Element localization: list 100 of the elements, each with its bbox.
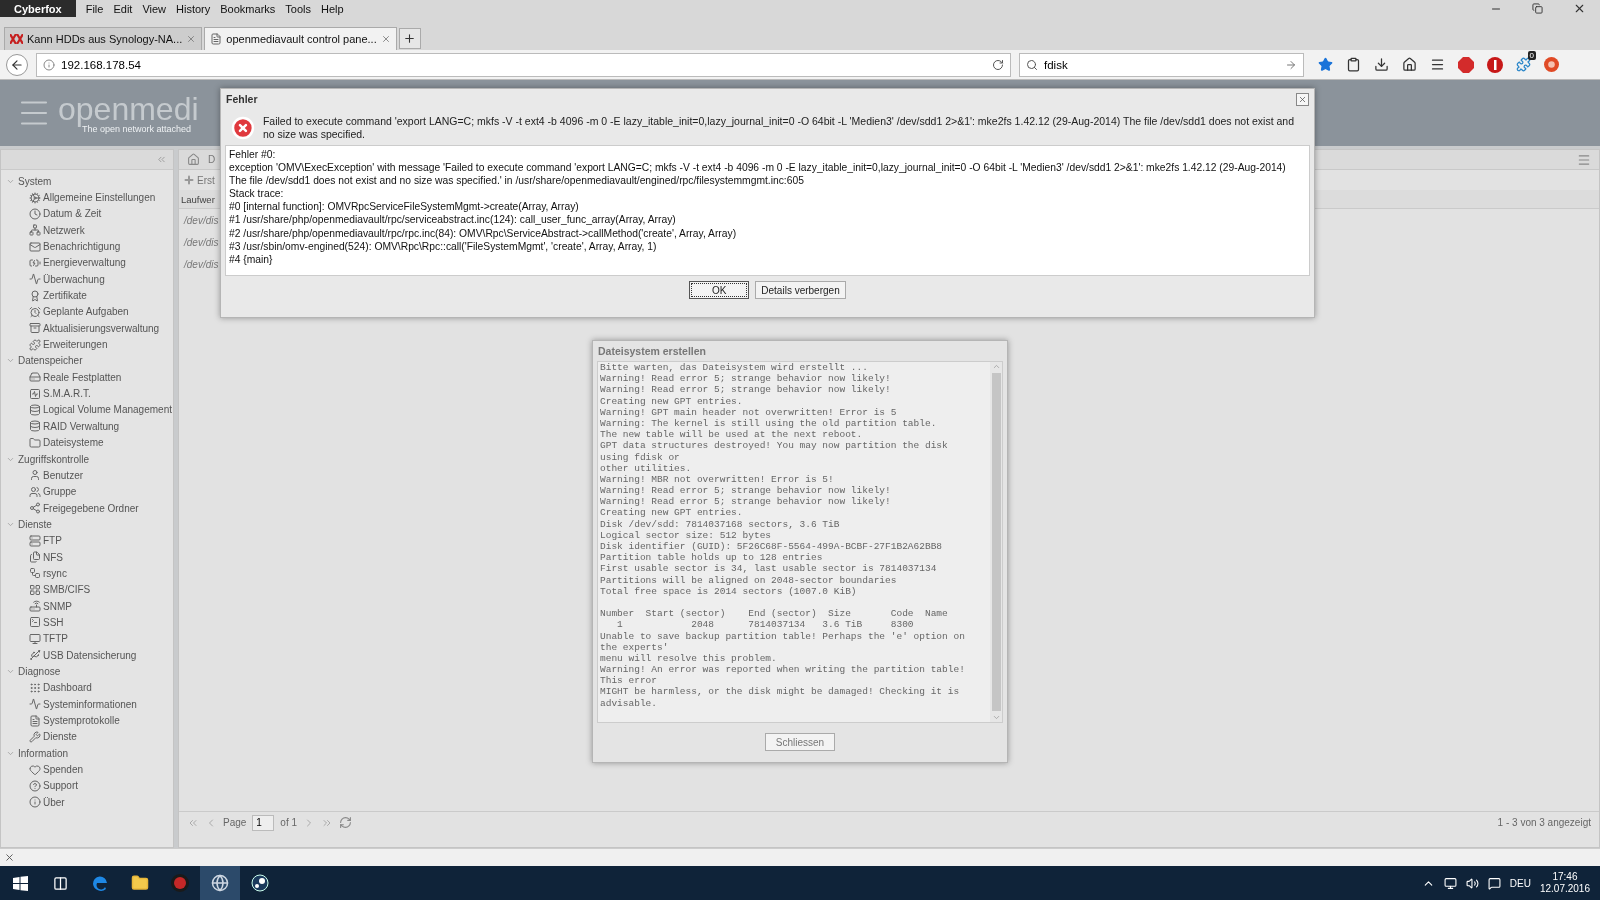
back-button[interactable] [6,53,28,76]
console-line: using fdisk or [600,451,681,463]
home-icon [187,153,200,166]
tree-item[interactable]: Dienste [1,728,173,746]
menu-item[interactable]: Help [321,2,344,15]
user-icon [29,469,41,482]
home-icon [1402,57,1417,72]
tree-group[interactable]: System [1,173,173,190]
restore-icon [1532,3,1543,14]
address-field[interactable]: 192.168.178.54 [36,52,1011,77]
add-button[interactable]: Erst [183,174,215,186]
dialog-button[interactable]: OK [689,281,750,299]
console-line: Creating new GPT entries. [600,395,744,407]
tree-item[interactable]: Systemprotokolle [1,712,173,729]
console-line: The new table will be used at the next reboot. [600,429,864,441]
tree-item[interactable]: Dashboard [1,679,173,696]
tree-item[interactable]: Benutzer [1,467,173,484]
folder-icon [29,436,41,449]
menu-item[interactable]: Edit [113,2,133,15]
tree-item[interactable]: Gruppe [1,483,173,500]
console-line: advisable. [600,697,658,709]
tree-item[interactable]: Geplante Aufgaben [1,303,173,321]
detail-line: Stack trace: [229,187,285,201]
tree-item[interactable]: Logical Volume Management [1,401,173,419]
new-tab-button[interactable] [398,28,421,49]
app-menu-button[interactable]: Cyberfox [0,0,76,17]
tree-item[interactable]: SMB/CIFS [1,581,173,598]
tree-item[interactable]: Zertifikate [1,287,173,304]
dialog-button[interactable]: Details verbergen [755,281,846,299]
page-field[interactable]: 1 [252,814,275,831]
puzzle-icon [1516,57,1531,72]
detail-line: #1 /usr/share/php/openmediavault/rpc/serviceabstract.inc(124): call_user_func_array(Array, Array) [229,213,677,227]
hard-drive-icon [29,371,41,384]
tree-item[interactable]: Allgemeine Einstellungen [1,189,173,206]
tree-item[interactable]: Freigegebene Ordner [1,499,173,517]
console-line: This error [600,675,658,687]
tree-item[interactable]: Über [1,794,173,811]
tree-item[interactable]: Erweiterungen [1,336,173,353]
tree-item[interactable]: Netzwerk [1,222,173,239]
dialog-title: Dateisystem erstellen [598,345,706,357]
tree-item[interactable]: Energieverwaltung [1,254,173,272]
tree-group[interactable]: Dienste [1,516,173,533]
tree-item[interactable]: Datum & Zeit [1,205,173,223]
close-button[interactable] [1296,92,1309,106]
browser-tab[interactable]: openmediavault control pane... [204,27,397,50]
document-icon [29,714,41,727]
tree-item[interactable]: Support [1,777,173,795]
search-field[interactable]: fdisk [1019,52,1304,77]
console-line: Warning: The kernel is still using the old partition table. [600,417,938,430]
pulse-icon [29,273,41,286]
scrollbar[interactable] [990,362,1002,722]
breadcrumb[interactable]: D [208,154,216,165]
tree-item[interactable]: Dateisysteme [1,434,173,451]
menu-item[interactable]: Bookmarks [220,2,276,15]
tree-item[interactable]: Benachrichtigung [1,238,173,255]
tree-item[interactable]: Aktualisierungsverwaltung [1,320,173,337]
scroll-down-icon [991,713,1001,722]
dots-grid-icon [29,681,41,694]
tree-item[interactable]: Reale Festplatten [1,369,173,386]
tree-item[interactable]: USB Datensicherung [1,646,173,664]
tree-group[interactable]: Zugriffskontrolle [1,450,173,468]
console-line: Partition table holds up to 128 entries [600,552,824,564]
menu-item[interactable]: History [176,2,211,15]
console-line: Warning! GPT main header not overwritten! Error is 5 [600,406,898,418]
tree-item[interactable]: Überwachung [1,271,173,288]
menu-icon [1577,152,1591,167]
tree-item[interactable]: RAID Verwaltung [1,418,173,435]
tree-group[interactable]: Diagnose [1,663,173,680]
tree-item[interactable]: rsync [1,565,173,582]
menu-item[interactable]: File [85,2,104,15]
windows-logo-icon [12,875,28,891]
folder-icon [131,874,149,892]
plus-icon [183,174,195,186]
tree-item[interactable]: SSH [1,614,173,631]
detail-line: exception 'OMV\ExecException' with message 'Failed to execute command 'export LANG=C; mkfs -V -t ext4 -b 4096 -m 0 -E lazy_itable_init=0,lazy_journal_init=0 -O 64bit -L 'Medien3' /dev/sdd1 2>&1': mke2fs 1.42.12 (29-Aug-2014) [229,161,1287,175]
close-button[interactable]: Schliessen [764,733,836,751]
tree-item[interactable]: Systeminformationen [1,696,173,713]
console-line: the experts' [600,641,670,653]
tree-item[interactable]: FTP [1,532,173,549]
alarm-clock-icon [29,305,41,318]
browser-tab[interactable]: Kann HDDs aus Synology-NA... [4,27,203,50]
tree-group[interactable]: Datenspeicher [1,352,173,370]
network-icon [29,224,41,237]
language-indicator[interactable]: DEU [1509,877,1531,889]
tree-item[interactable]: SNMP [1,597,173,615]
tree-item[interactable]: TFTP [1,630,173,647]
pulse-icon [29,387,41,400]
page-count: of 1 [280,817,298,828]
share-icon [29,502,41,515]
close-icon [4,852,15,863]
tree-item[interactable]: S.M.A.R.T. [1,385,173,402]
console-line: Disk /dev/sdd: 7814037168 sectors, 3.6 TiB [600,518,841,530]
tree-group[interactable]: Information [1,745,173,762]
console-line: Unable to save backup partition table! Perhaps the 'e' option on [600,630,966,642]
menu-item[interactable]: Tools [285,2,311,15]
column-header[interactable]: Laufwer [181,193,215,205]
taskbar-app[interactable] [200,866,240,900]
tree-item[interactable]: NFS [1,548,173,566]
tree-item[interactable]: Spenden [1,761,173,778]
menu-item[interactable]: View [142,2,167,15]
